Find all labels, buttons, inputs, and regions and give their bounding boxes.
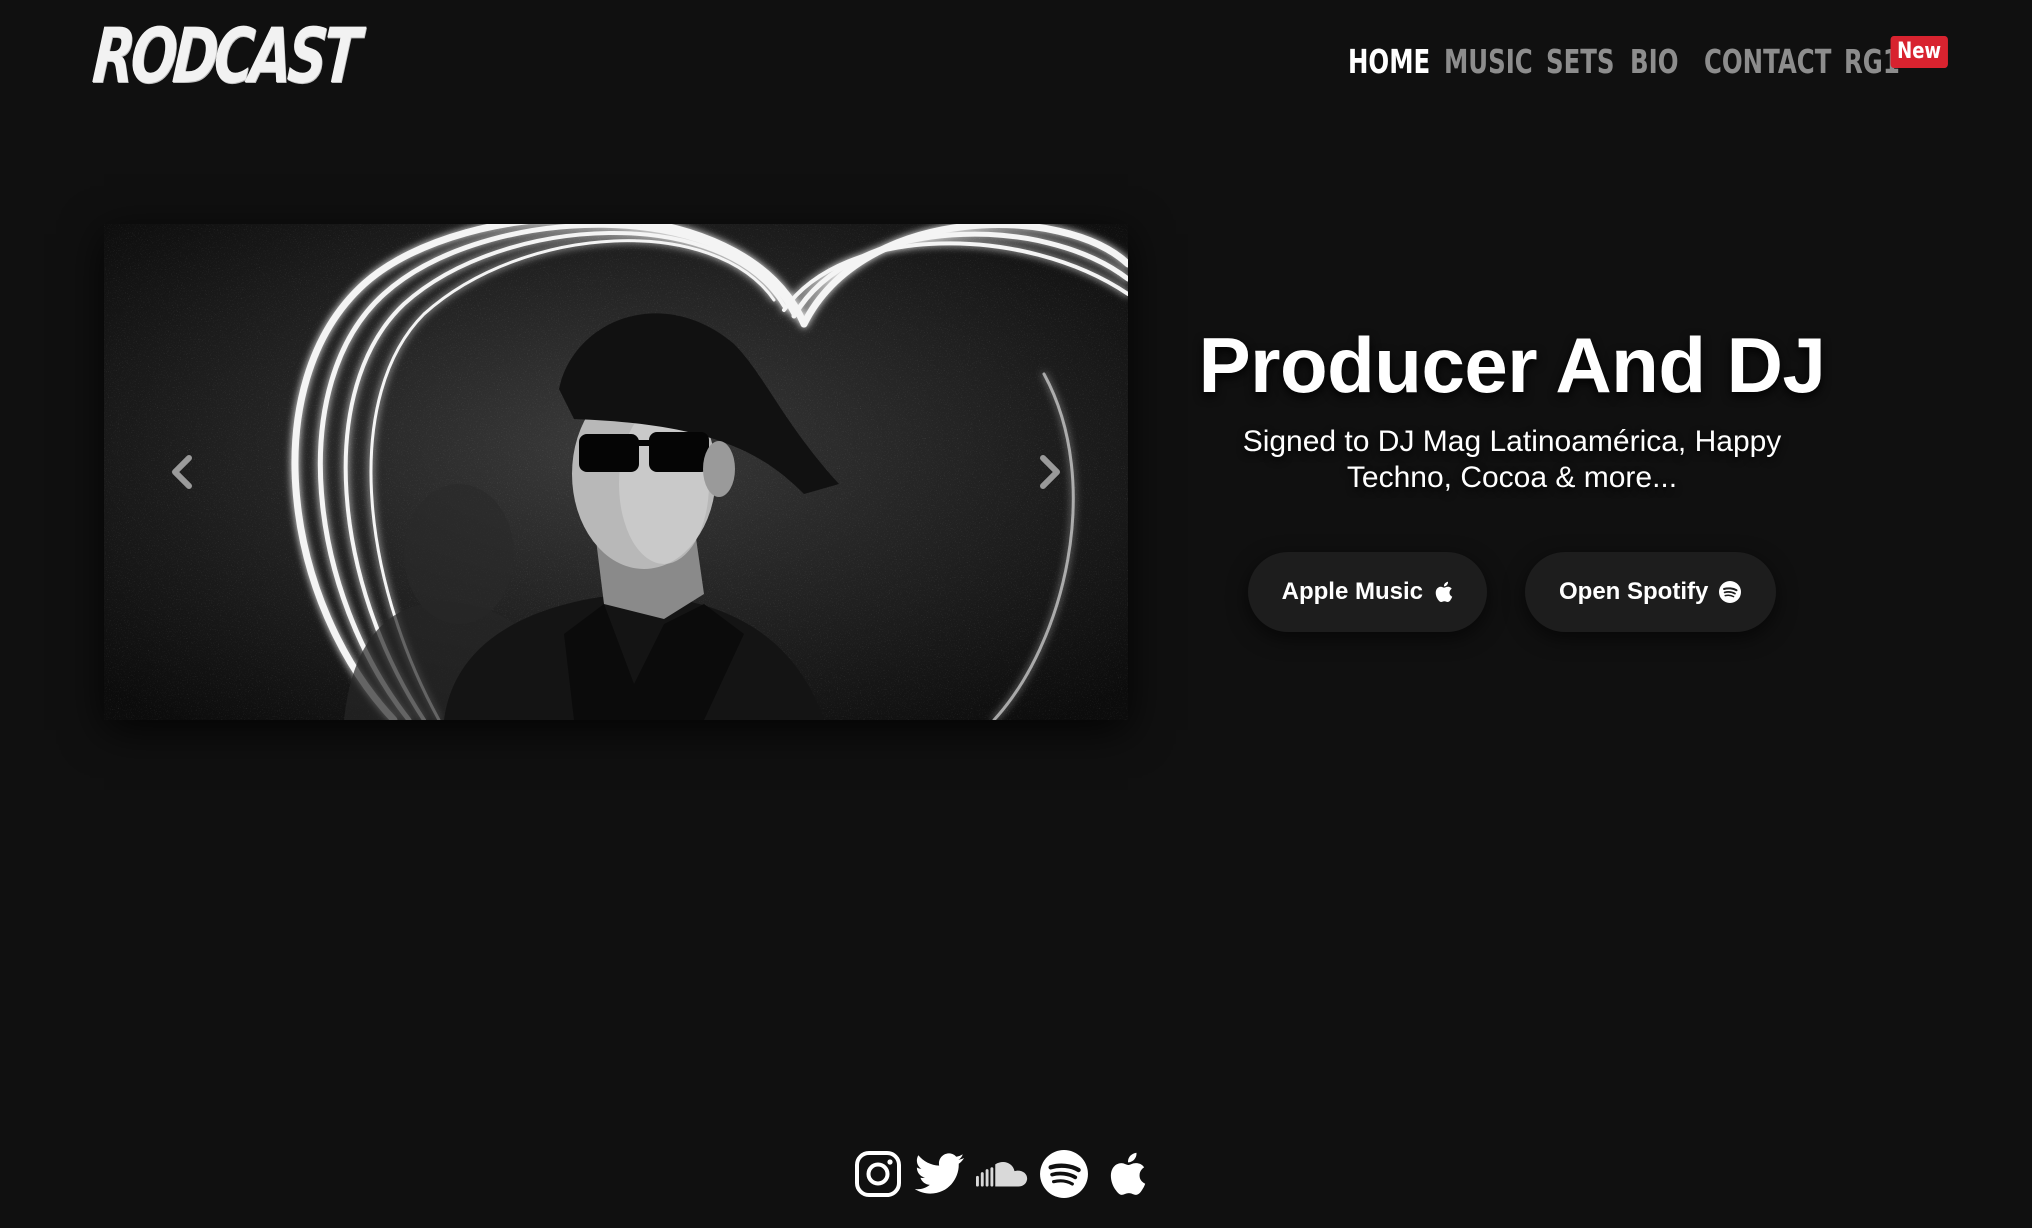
page: RODCAST HOME MUSIC SETS BIO CONTACT RG1 … [0,0,2032,1228]
nav-slot-bio: BIO [1630,40,1695,84]
nav-item-bio[interactable]: BIO [1630,40,1678,84]
soundcloud-link[interactable] [976,1146,1028,1202]
spotify-icon [1719,581,1742,603]
apple-icon [1110,1152,1146,1195]
hero-title: Producer And DJ [1198,321,1826,409]
chevron-right-icon [1040,455,1060,489]
dj-photo [104,224,1128,720]
nav-item-music[interactable]: MUSIC [1444,40,1533,84]
apple-music-label: Apple Music [1281,578,1423,605]
open-spotify-label: Open Spotify [1559,578,1709,605]
apple-icon [1435,581,1453,603]
hero-carousel[interactable] [104,224,1128,720]
chevron-left-icon [172,455,192,489]
hero-buttons: Apple Music Open Spotify [1152,552,1872,632]
hero-subtitle: Signed to DJ Mag Latinoamérica, Happy Te… [1242,425,1782,494]
carousel-next-button[interactable] [1028,444,1072,500]
nav-item-home[interactable]: HOME [1348,40,1430,84]
twitter-link[interactable] [914,1146,966,1202]
main-nav: HOME MUSIC SETS BIO CONTACT RG1 New [1348,36,1948,100]
twitter-icon [915,1153,965,1194]
carousel-prev-button[interactable] [160,444,204,500]
site-logo[interactable]: RODCAST [90,11,360,100]
soundcloud-icon [976,1162,1028,1187]
apple-link[interactable] [1100,1146,1152,1202]
nav-item-sets[interactable]: SETS [1546,40,1615,84]
hero-section: Producer And DJ Signed to DJ Mag Latinoa… [1152,320,1872,632]
open-spotify-button[interactable]: Open Spotify [1525,552,1777,632]
nav-item-contact[interactable]: CONTACT [1704,40,1831,84]
instagram-link[interactable] [852,1146,904,1202]
spotify-link[interactable] [1038,1146,1090,1202]
social-links [852,1146,1152,1202]
spotify-icon [1040,1150,1088,1198]
nav-slot-sets: SETS [1546,40,1639,84]
new-badge: New [1890,36,1948,68]
instagram-icon [855,1151,901,1197]
nav-slot-home: HOME [1348,40,1459,84]
apple-music-button[interactable]: Apple Music [1247,552,1487,632]
